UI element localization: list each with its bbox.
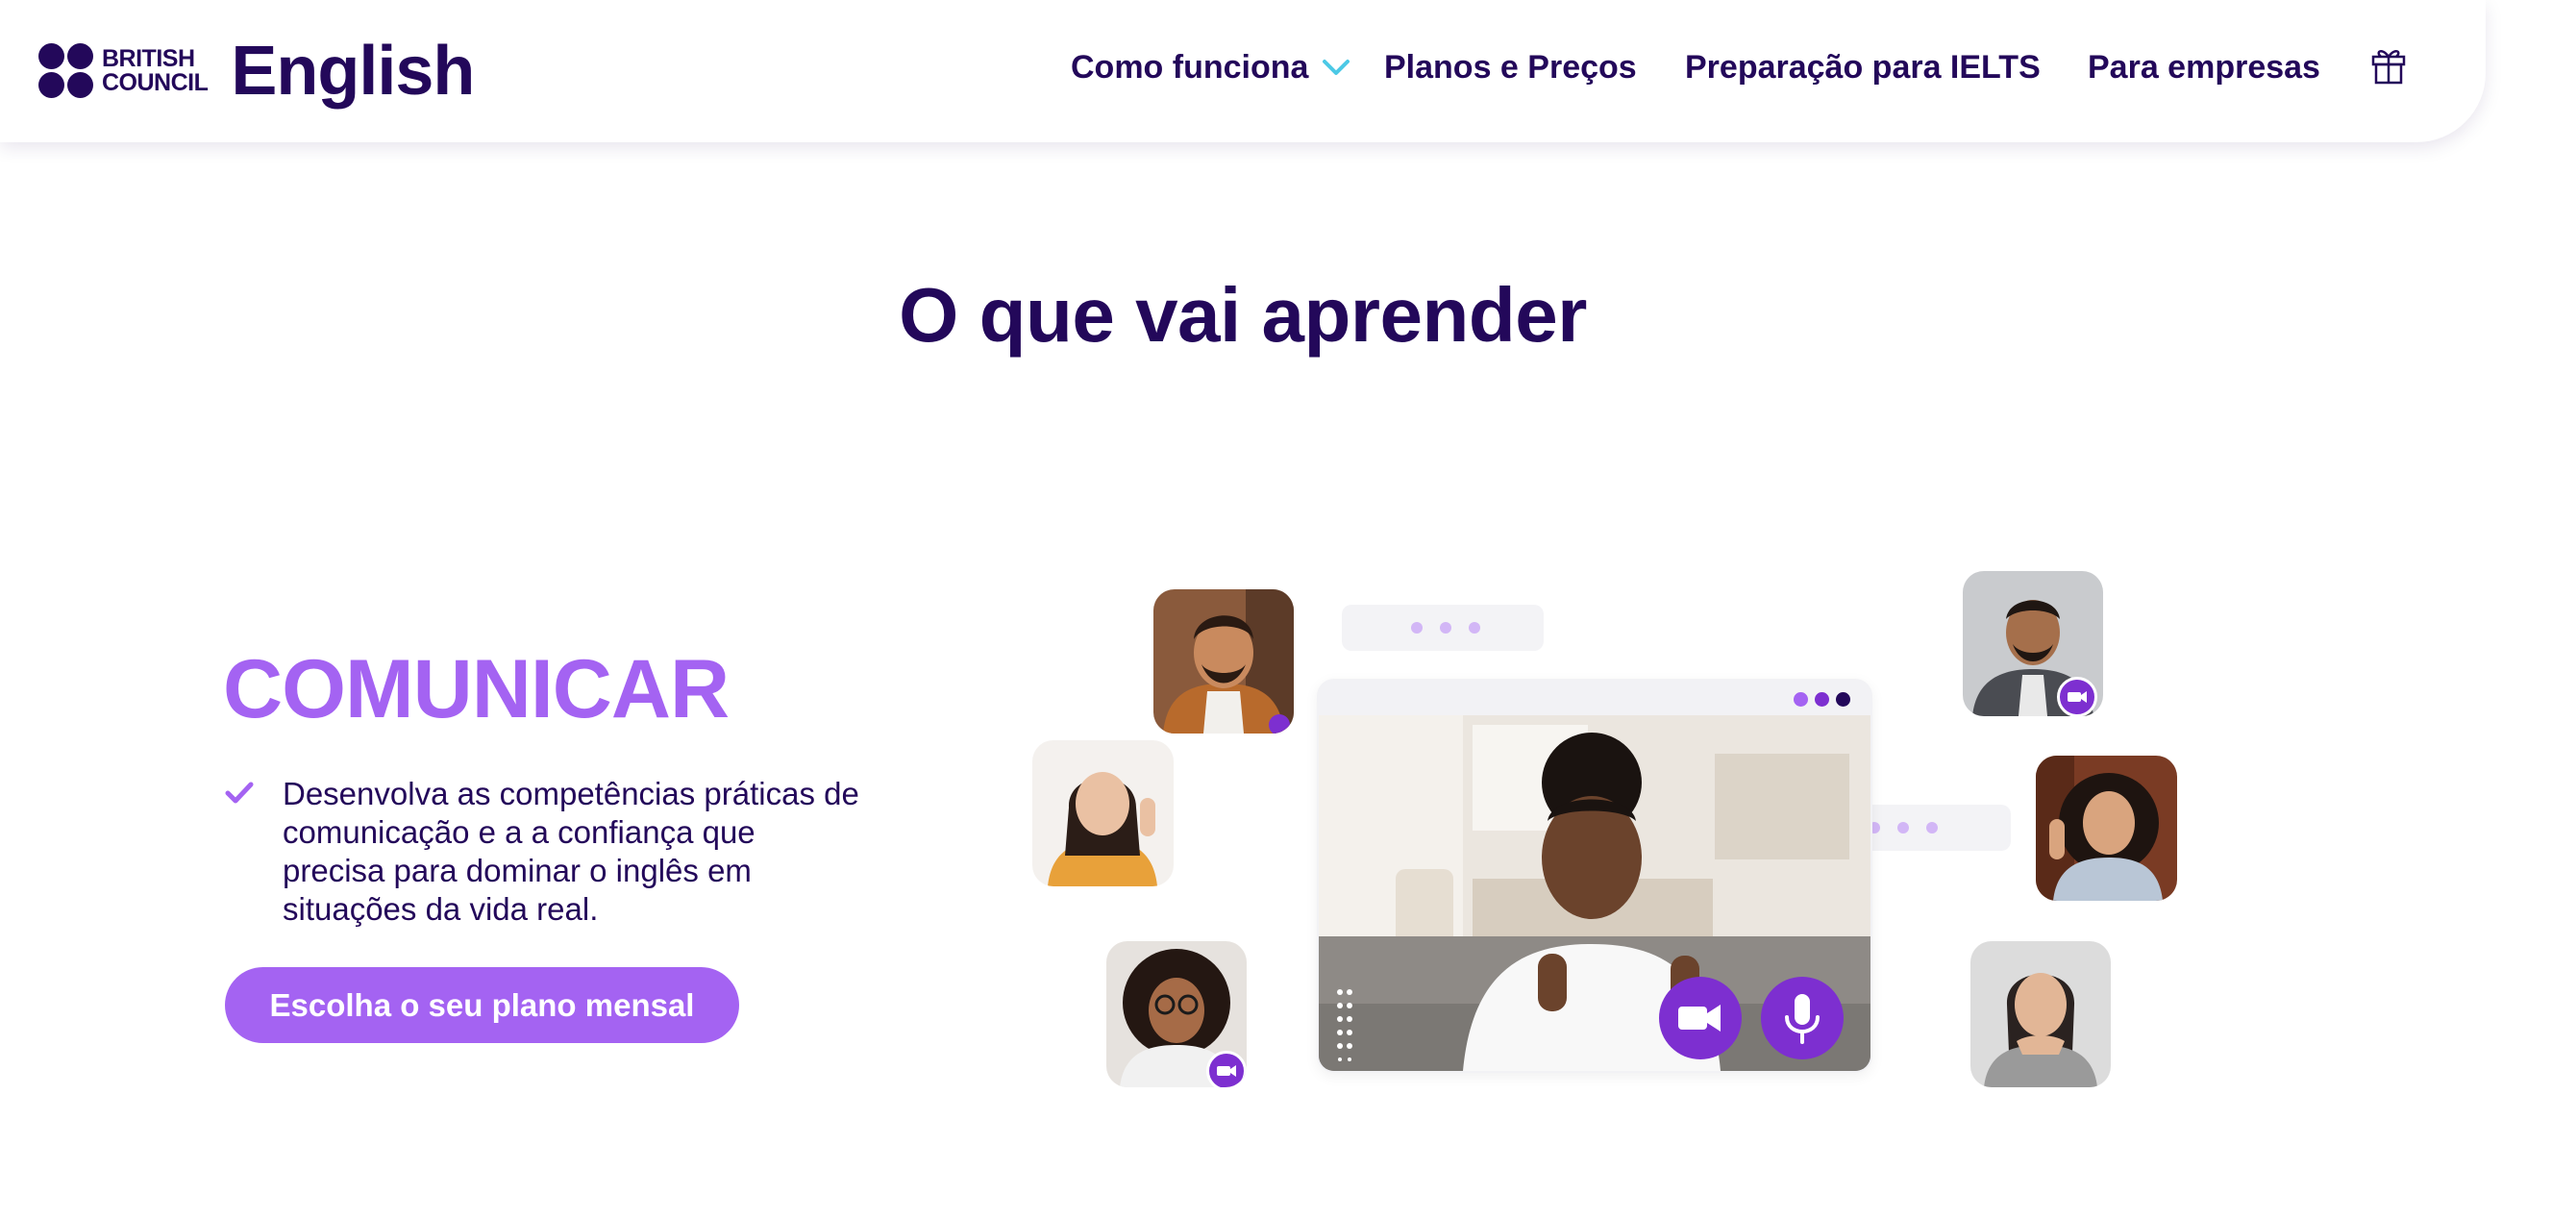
video-camera-icon — [2068, 691, 2087, 703]
typing-dot — [1469, 622, 1480, 634]
participant-avatar-woman-thinking — [1970, 941, 2111, 1087]
nav-item-label: Planos e Preços — [1384, 48, 1637, 86]
nav-item-label: Preparação para IELTS — [1685, 48, 2041, 86]
checkmark-icon — [225, 782, 254, 804]
typing-dot — [1926, 822, 1938, 833]
chevron-down-icon — [1323, 60, 1350, 75]
typing-dot — [1411, 622, 1423, 634]
nav-item-label: Como funciona — [1071, 48, 1309, 86]
microphone-icon — [1785, 994, 1820, 1044]
video-call-window — [1317, 679, 1872, 1073]
nav-item-ielts[interactable]: Preparação para IELTS — [1685, 44, 2041, 90]
logo-product-name: English — [231, 33, 475, 110]
section-headline: O que vai aprender — [899, 272, 1587, 358]
nav-item-label: Para empresas — [2088, 48, 2320, 86]
participant-camera-badge — [1206, 1051, 1247, 1087]
window-dot — [1794, 692, 1808, 707]
british-council-wordmark: BRITISH COUNCIL — [102, 45, 209, 96]
window-dot — [1836, 692, 1850, 707]
nav-item-para-empresas[interactable]: Para empresas — [2088, 44, 2320, 90]
video-camera-icon — [1217, 1065, 1236, 1077]
video-feed — [1319, 715, 1870, 1071]
typing-bubble — [1342, 605, 1544, 651]
logo-line-1: BRITISH — [102, 45, 195, 72]
participant-avatar-man-suit — [1963, 571, 2103, 716]
site-header: BRITISH COUNCIL English Como funciona Pl… — [0, 0, 2486, 142]
participant-avatar-woman-curly-hair — [2036, 756, 2177, 901]
feature-description: Desenvolva as competências práticas de c… — [283, 776, 859, 927]
drag-handle-icon[interactable] — [1336, 988, 1355, 1061]
video-camera-icon — [1678, 1005, 1721, 1032]
microphone-toggle-button[interactable] — [1761, 977, 1844, 1059]
british-council-dots-icon — [38, 43, 94, 99]
participant-avatar-woman-glasses — [1106, 941, 1247, 1087]
video-toggle-button[interactable] — [1659, 977, 1742, 1059]
participant-status-badge — [1269, 714, 1290, 734]
logo-line-2: COUNCIL — [102, 69, 209, 96]
participant-avatar-woman-waving — [1032, 740, 1174, 886]
participant-camera-badge — [2057, 677, 2097, 716]
typing-dot — [1440, 622, 1451, 634]
choose-monthly-plan-button[interactable]: Escolha o seu plano mensal — [225, 967, 739, 1043]
window-dot — [1815, 692, 1829, 707]
nav-item-como-funciona[interactable]: Como funciona — [1071, 44, 1350, 90]
gift-icon[interactable] — [2370, 44, 2407, 85]
typing-dot — [1897, 822, 1909, 833]
participant-avatar-man-smiling — [1153, 589, 1294, 734]
nav-item-planos-precos[interactable]: Planos e Preços — [1384, 44, 1637, 90]
british-council-english-logo[interactable]: BRITISH COUNCIL English — [38, 33, 475, 110]
feature-title: COMUNICAR — [223, 643, 730, 735]
